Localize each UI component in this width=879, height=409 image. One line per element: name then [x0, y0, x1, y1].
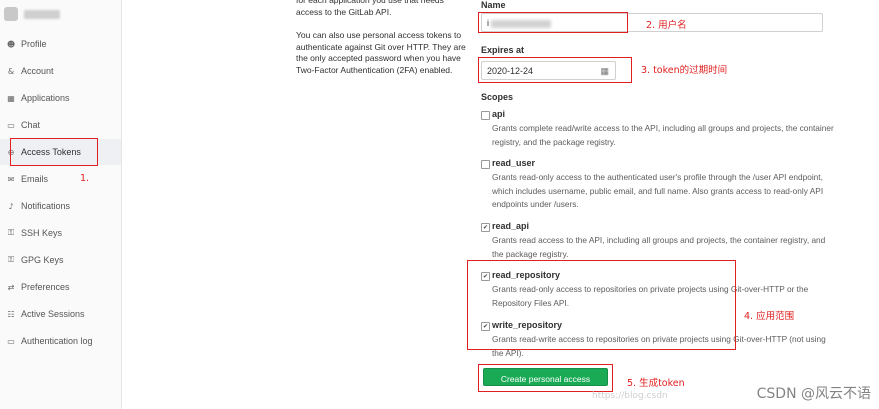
chat-icon: ▭ — [7, 120, 15, 130]
sidebar-item-label: Preferences — [21, 282, 70, 292]
sidebar-item-label: Profile — [21, 39, 47, 49]
scope-description: Grants read access to the API, including… — [492, 235, 826, 259]
sidebar-item-chat[interactable]: ▭ Chat — [0, 112, 121, 138]
sidebar-item-authentication-log[interactable]: ▭ Authentication log — [0, 328, 121, 354]
annotation-note-4: 4. 应用范围 — [744, 311, 795, 322]
info-paragraph-2: You can also use personal access tokens … — [296, 30, 466, 75]
account-icon: & — [7, 66, 15, 76]
applications-icon: ▦ — [7, 93, 15, 103]
sessions-icon: ☷ — [7, 309, 15, 319]
bell-icon: ♪ — [8, 201, 14, 211]
sidebar-item-preferences[interactable]: ⇄ Preferences — [0, 274, 121, 300]
annotation-note-2: 2. 用户名 — [646, 20, 687, 31]
annotation-box-5 — [478, 364, 613, 392]
csdn-watermark: CSDN @风云不语 — [756, 386, 871, 402]
sidebar-item-label: GPG Keys — [21, 255, 64, 265]
annotation-box-2 — [478, 12, 628, 33]
user-icon: ☻ — [6, 39, 16, 49]
scope-name: read_api — [492, 221, 530, 231]
email-icon: ✉ — [7, 174, 15, 184]
log-icon: ▭ — [7, 336, 15, 346]
avatar[interactable] — [4, 7, 18, 21]
sidebar-item-label: Applications — [21, 93, 70, 103]
settings-sidebar: ☻ Profile & Account ▦ Applications ▭ Chat ⊖ Acces… — [0, 0, 122, 409]
sidebar-item-label: Notifications — [21, 201, 71, 211]
sidebar-item-gpg-keys[interactable]: ⚿ GPG Keys — [0, 247, 121, 273]
sidebar-item-label: Emails — [21, 174, 49, 184]
sidebar-item-profile[interactable]: ☻ Profile — [0, 31, 121, 57]
sidebar-item-label: Account — [21, 66, 54, 76]
gpg-key-icon: ⚿ — [7, 255, 15, 264]
scope-description: Grants complete read/write access to the… — [492, 123, 834, 147]
scope-checkbox[interactable] — [481, 111, 490, 120]
sidebar-item-label: SSH Keys — [21, 228, 63, 238]
sidebar-item-label: Chat — [21, 120, 41, 130]
annotation-box-3 — [478, 57, 632, 83]
annotation-note-1: 1. — [80, 173, 90, 184]
sidebar-item-active-sessions[interactable]: ☷ Active Sessions — [0, 301, 121, 327]
scope-checkbox[interactable]: ✔ — [481, 223, 490, 232]
scope-description: Grants read-only access to the authentic… — [492, 172, 824, 209]
annotation-box-1 — [10, 138, 98, 166]
name-label: Name — [481, 0, 506, 10]
info-paragraph-1: for each application you use that needs … — [296, 0, 444, 17]
expires-label: Expires at — [481, 45, 525, 55]
key-icon: ⚿ — [7, 228, 15, 237]
user-header[interactable] — [4, 6, 60, 22]
annotation-note-5: 5. 生成token — [627, 378, 685, 389]
scope-checkbox[interactable] — [481, 160, 490, 169]
annotation-box-4 — [467, 260, 736, 350]
sidebar-item-applications[interactable]: ▦ Applications — [0, 85, 121, 111]
scope-name: read_user — [492, 158, 536, 168]
sidebar-item-label: Authentication log — [21, 336, 93, 346]
sidebar-item-notifications[interactable]: ♪ Notifications — [0, 193, 121, 219]
preferences-icon: ⇄ — [7, 282, 15, 292]
scopes-label: Scopes — [481, 92, 514, 102]
sidebar-item-label: Active Sessions — [21, 309, 85, 319]
annotation-note-3: 3. token的过期时间 — [641, 65, 728, 76]
sidebar-item-emails[interactable]: ✉ Emails — [0, 166, 121, 192]
blurred-username — [24, 9, 60, 19]
sidebar-item-account[interactable]: & Account — [0, 58, 121, 84]
scope-name: api — [492, 109, 506, 119]
sidebar-item-ssh-keys[interactable]: ⚿ SSH Keys — [0, 220, 121, 246]
blog-url-watermark: https://blog.csdn — [592, 391, 668, 401]
